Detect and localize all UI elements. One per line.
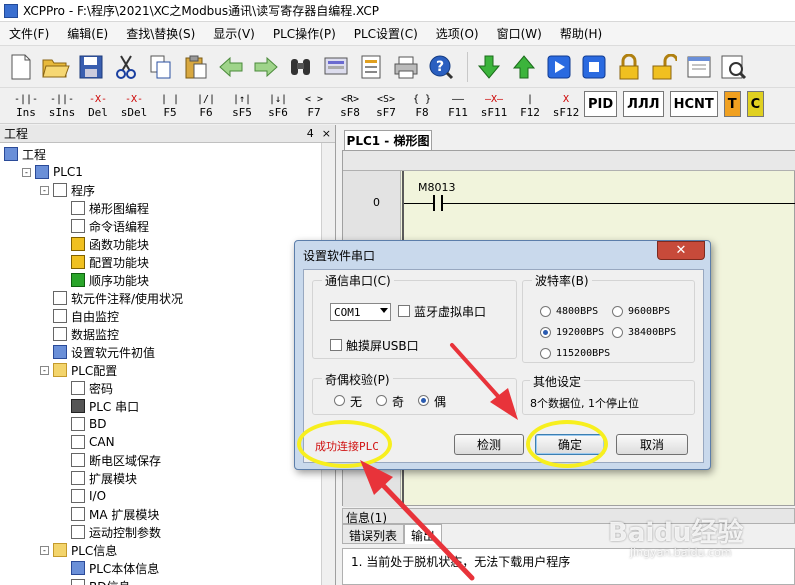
watermark-logo: Baidu经验: [608, 518, 744, 548]
arrow-to-ok-icon: [450, 343, 518, 420]
annotation-arrows: [360, 343, 518, 581]
watermark-url: jingyan.baidu.com: [630, 546, 732, 559]
arrow-to-status-icon: [360, 460, 475, 581]
